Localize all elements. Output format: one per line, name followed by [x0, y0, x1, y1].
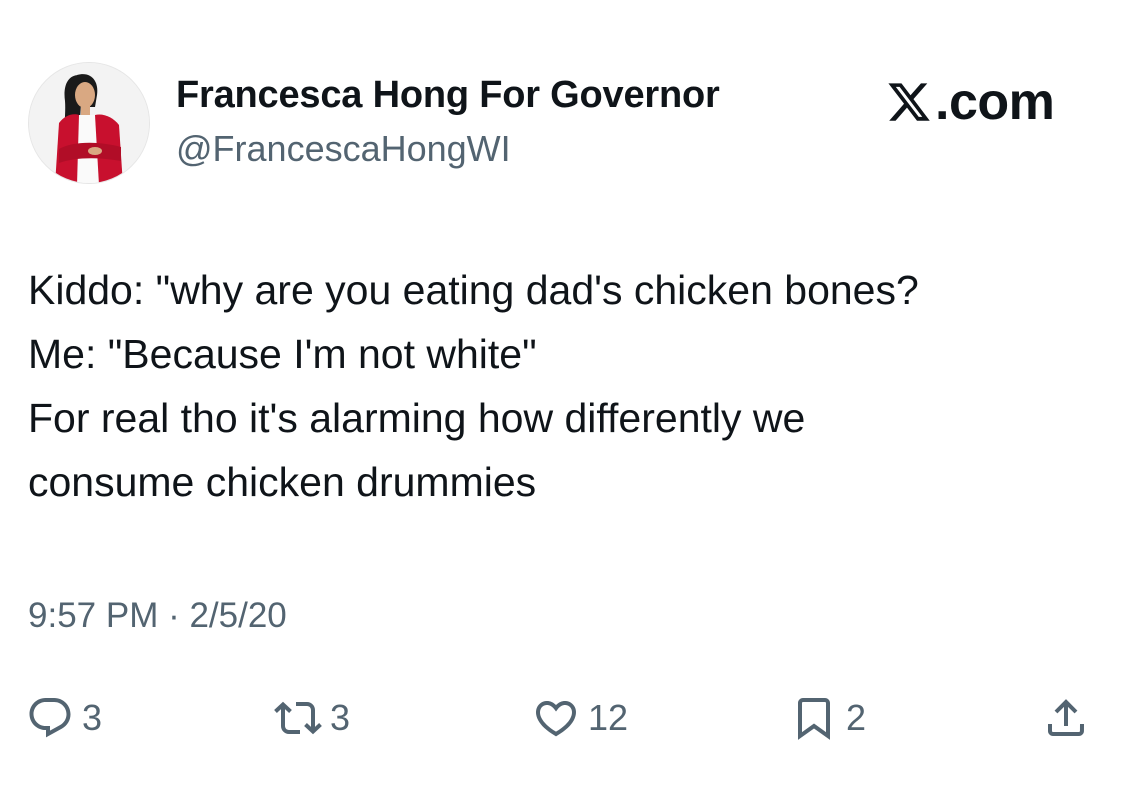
- tweet-card: { "author": { "display_name": "Francesca…: [0, 0, 1125, 812]
- repost-count: 3: [330, 697, 351, 738]
- like-count: 12: [588, 697, 629, 738]
- share-icon: [1048, 699, 1084, 736]
- bookmark-count: 2: [846, 697, 867, 738]
- watermark-text: .com: [935, 73, 1055, 131]
- avatar[interactable]: [28, 62, 150, 184]
- like-button[interactable]: 12: [532, 686, 628, 750]
- repost-icon: [274, 701, 322, 735]
- repost-button[interactable]: 3: [274, 686, 350, 750]
- share-button[interactable]: [1042, 686, 1090, 750]
- reply-icon: [29, 698, 71, 738]
- display-name[interactable]: Francesca Hong For Governor: [176, 74, 720, 117]
- tweet-line: Kiddo: "why are you eating dad's chicken…: [28, 267, 919, 313]
- profile-photo-avatar: [29, 63, 149, 183]
- x-logo-icon: [888, 83, 930, 121]
- reply-button[interactable]: 3: [26, 686, 102, 750]
- bookmark-button[interactable]: 2: [790, 686, 866, 750]
- tweet-line: Me: "Because I'm not white": [28, 331, 537, 377]
- heart-icon: [535, 701, 577, 737]
- action-bar: 3 3 12 2: [0, 686, 1125, 750]
- bookmark-icon: [798, 698, 830, 740]
- x-com-watermark: .com: [885, 73, 1055, 131]
- user-handle[interactable]: @FrancescaHongWI: [176, 128, 511, 170]
- tweet-text: Kiddo: "why are you eating dad's chicken…: [28, 258, 1108, 514]
- tweet-line: For real tho it's alarming how different…: [28, 395, 806, 441]
- tweet-timestamp[interactable]: 9:57 PM · 2/5/20: [28, 596, 287, 636]
- tweet-line: consume chicken drummies: [28, 459, 537, 505]
- reply-count: 3: [82, 697, 103, 738]
